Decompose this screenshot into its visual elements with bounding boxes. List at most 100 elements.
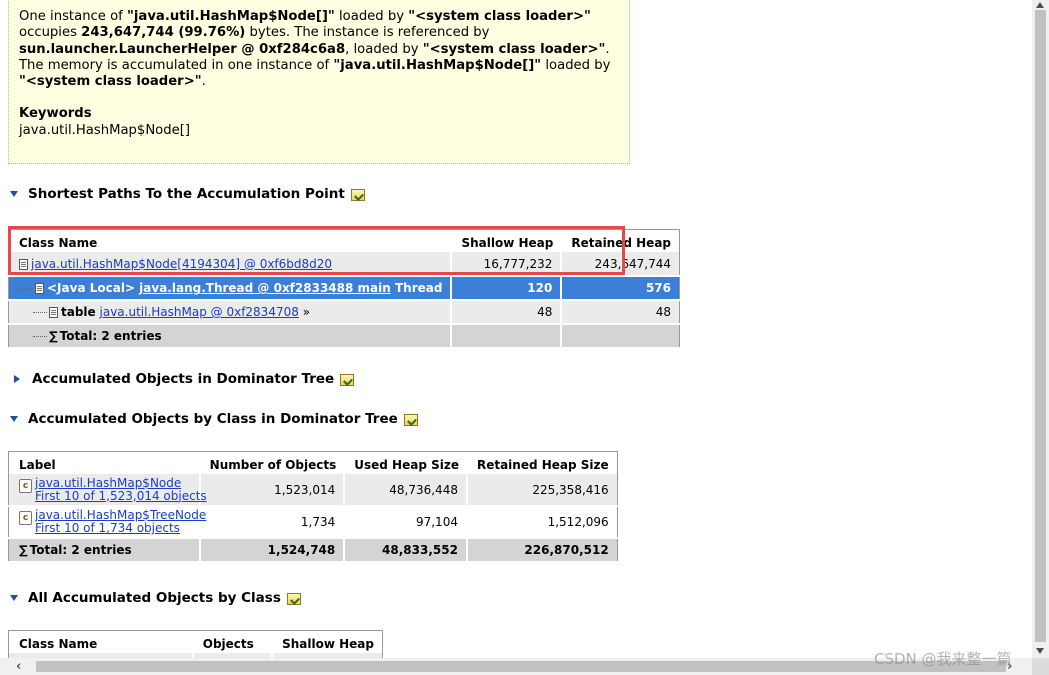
desc-referrer: sun.launcher.LauncherHelper @ 0xf284c6a8 [19,41,346,57]
total-row: ∑ Total: 2 entries 1,524,748 48,833,552 2… [8,538,618,563]
scrollbar-corner [1032,658,1049,675]
reference-label: <Java Local> [47,281,135,295]
watermark: CSDN @我来整一篇 [874,650,1012,668]
shallow-heap-cell: 16,777,232 [451,252,563,277]
sum-icon: ∑ [49,329,58,343]
problem-description-box: One instance of "java.util.HashMap$Node[… [8,0,630,164]
thread-object-icon [35,283,44,294]
table-row-selected[interactable]: <Java Local> java.lang.Thread @ 0xf28334… [8,276,680,301]
class-dominator-table: Label Number of Objects Used Heap Size R… [8,451,618,563]
desc-class: "java.util.HashMap$Node[]" [333,57,542,73]
report-viewport: One instance of "java.util.HashMap$Node[… [0,0,1032,658]
vertical-scrollbar[interactable] [1032,0,1049,658]
desc-loader: "<system class loader>" [408,9,591,24]
keywords-value: java.util.HashMap$Node[] [19,122,191,138]
object-icon [49,307,58,318]
retained-heap-cell: 1,512,096 [466,506,618,539]
desc-text: One instance of [19,9,123,24]
section-all-by-class[interactable]: All Accumulated Objects by Class [10,590,301,606]
column-header[interactable]: Retained Heap Size [467,452,617,475]
desc-text: loaded by [339,9,405,24]
section-title: Shortest Paths To the Accumulation Point [28,186,345,202]
class-icon: c [19,511,32,525]
object-link[interactable]: java.lang.Thread @ 0xf2833488 main [139,281,391,295]
table-header: Class Name Shallow Heap Retained Heap [9,230,680,253]
objects-link[interactable]: First 10 of 1,734 objects [19,522,191,535]
column-header[interactable]: Used Heap Size [344,452,467,475]
open-in-editor-icon[interactable] [340,374,355,386]
scroll-up-arrow-icon[interactable] [1036,2,1044,8]
scroll-down-arrow-icon[interactable] [1036,648,1044,654]
section-by-class-dominator[interactable]: Accumulated Objects by Class in Dominato… [10,411,418,427]
used-heap-cell: 48,736,448 [344,474,468,507]
table-row[interactable]: java.util.HashMap$Node[4194304] @ 0xf6bd… [8,252,680,277]
more-icon[interactable]: » [303,305,310,319]
column-header[interactable]: Label [9,452,200,475]
objects-count-cell: 1,734 [199,506,346,539]
expand-triangle-icon[interactable] [10,595,18,601]
total-label: Total: 2 entries [59,329,162,343]
empty-cell [561,324,680,349]
class-link[interactable]: java.util.HashMap$Node [19,476,191,490]
retained-heap-cell: 576 [561,276,680,301]
retained-heap-cell: 48 [561,300,680,325]
open-in-editor-icon[interactable] [403,414,418,426]
section-shortest-paths[interactable]: Shortest Paths To the Accumulation Point [10,186,365,202]
open-in-editor-icon[interactable] [286,593,301,605]
shallow-heap-cell: 120 [451,276,563,301]
expand-triangle-icon[interactable] [10,191,18,197]
total-label: Total: 2 entries [29,543,132,557]
collapse-triangle-icon[interactable] [14,375,20,383]
class-icon: c [19,478,32,493]
column-header[interactable]: Class Name [9,230,452,253]
vertical-scroll-thumb[interactable] [1035,10,1046,642]
table-header: Label Number of Objects Used Heap Size R… [9,452,618,475]
column-header[interactable]: Retained Heap [561,230,679,253]
section-title: Accumulated Objects in Dominator Tree [32,371,335,387]
keywords-title: Keywords [19,106,92,122]
object-link[interactable]: java.util.HashMap$Node[4194304] @ 0xf6bd… [31,257,332,271]
column-header[interactable]: Objects [193,631,272,654]
field-label: table [61,305,96,319]
desc-text: , loaded by [345,41,419,57]
desc-text: bytes. The instance is referenced by [249,25,490,41]
desc-class: "java.util.HashMap$Node[]" [127,9,335,24]
tree-connector [19,288,33,289]
column-header[interactable]: Shallow Heap [272,631,382,654]
scroll-left-arrow-icon[interactable]: ‹ [16,660,21,673]
object-link[interactable]: java.util.HashMap @ 0xf2834708 [100,305,299,319]
tree-connector [33,336,47,337]
all-by-class-table: Class Name Objects Shallow Heap [8,630,383,658]
column-header[interactable]: Shallow Heap [451,230,561,253]
shallow-heap-cell: 48 [451,300,563,325]
horizontal-scroll-thumb[interactable] [36,661,1006,672]
sum-icon: ∑ [19,543,28,557]
table-row[interactable]: table java.util.HashMap @ 0xf2834708 » 4… [8,300,680,325]
section-dominator-tree[interactable]: Accumulated Objects in Dominator Tree [10,371,355,387]
column-header[interactable]: Class Name [9,631,193,654]
objects-count-cell: 1,523,014 [199,474,346,507]
section-title: Accumulated Objects by Class in Dominato… [28,411,398,427]
desc-text: occupies [19,25,77,41]
object-array-icon [19,258,28,270]
table-row[interactable]: c java.util.HashMap$Node First 10 of 1,523… [8,474,618,507]
open-in-editor-icon[interactable] [350,189,365,201]
thread-label: Thread [394,281,443,295]
shortest-paths-table: Class Name Shallow Heap Retained Heap ja… [8,229,681,349]
desc-loader: "<system class loader>" [19,74,202,90]
desc-text: loaded by [545,57,611,73]
tree-connector [33,312,47,313]
retained-heap-cell: 225,358,416 [466,474,618,507]
objects-link[interactable]: First 10 of 1,523,014 objects [19,489,207,503]
column-header[interactable]: Number of Objects [200,452,345,475]
retained-heap-cell: 243,647,744 [561,252,680,277]
table-row[interactable]: c java.util.HashMap$TreeNode First 10 of 1… [8,506,618,539]
expand-triangle-icon[interactable] [10,416,18,422]
total-row: ∑ Total: 2 entries [8,324,680,349]
desc-size: 243,647,744 (99.76%) [81,25,246,41]
section-title: All Accumulated Objects by Class [28,590,281,606]
desc-text: . [201,74,206,90]
table-header: Class Name Objects Shallow Heap [9,631,383,654]
empty-cell [451,324,563,349]
total-used-cell: 48,833,552 [344,538,468,563]
